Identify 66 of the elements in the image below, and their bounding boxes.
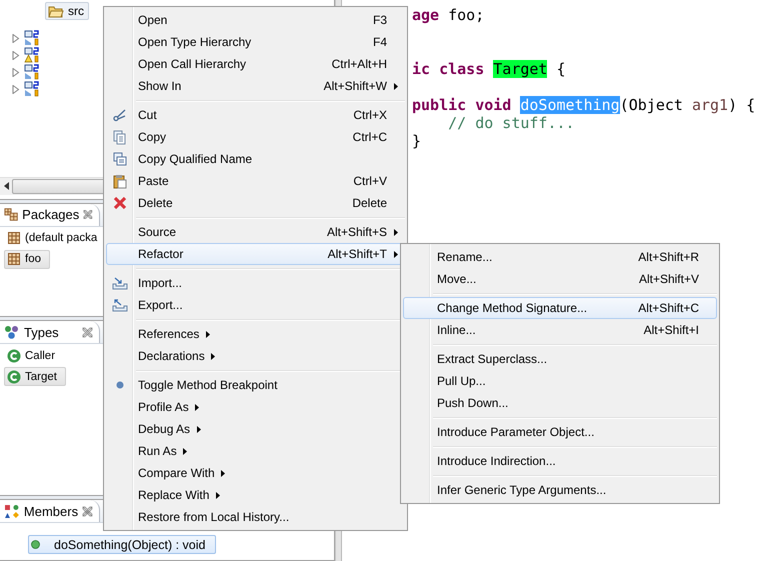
collapsed-arrow-icon[interactable] — [12, 34, 20, 42]
class-icon — [7, 370, 21, 384]
package-item[interactable]: (default packa — [4, 228, 106, 248]
code-text: ) { — [728, 96, 756, 114]
breakpoint-icon — [116, 381, 124, 389]
submenu-arrow-icon — [221, 470, 226, 476]
menu-item[interactable]: Pull Up... — [403, 370, 717, 392]
class-icon — [7, 348, 21, 363]
import-icon — [112, 276, 128, 290]
view-tab[interactable]: Types — [0, 321, 100, 344]
submenu-arrow-icon — [206, 330, 210, 338]
submenu-arrow-icon — [394, 250, 398, 258]
member-item[interactable]: doSomething(Object) : void — [28, 535, 216, 554]
close-icon[interactable] — [83, 209, 93, 220]
collapsed-arrow-icon[interactable] — [12, 84, 20, 94]
submenu-arrow-icon — [216, 492, 220, 498]
members-view-icon — [4, 504, 20, 519]
code-text: { — [555, 60, 566, 78]
tree-item[interactable]: src — [45, 2, 89, 20]
scissors-icon — [113, 108, 127, 122]
close-icon[interactable] — [82, 326, 93, 338]
menu-item[interactable]: Introduce Parameter Object... — [403, 421, 717, 443]
code-text: doSomething — [520, 96, 620, 114]
package-item[interactable]: foo — [4, 250, 50, 269]
code-text: (Object — [620, 96, 684, 114]
close-icon[interactable] — [82, 506, 93, 517]
type-item[interactable]: Target — [4, 367, 66, 386]
submenu-arrow-icon — [394, 228, 398, 236]
copy-icon — [113, 130, 127, 144]
code-text: arg1 — [692, 96, 728, 114]
delete-icon — [113, 196, 127, 210]
code-keyword: public void — [412, 96, 512, 114]
menu-item[interactable]: Infer Generic Type Arguments... — [403, 479, 717, 501]
code-text: foo; — [447, 6, 484, 24]
menu-item[interactable]: Push Down... — [403, 392, 717, 414]
menu-item[interactable]: Introduce Indirection... — [403, 450, 717, 472]
collapsed-arrow-icon[interactable] — [12, 68, 20, 76]
code-keyword: ic class — [412, 60, 486, 78]
menu-item[interactable]: Change Method Signature... Alt+Shift+C — [403, 297, 717, 319]
submenu-arrow-icon — [195, 404, 200, 410]
folder-icon — [48, 4, 64, 18]
submenu-arrow-icon — [211, 352, 216, 360]
view-tab[interactable]: Packages — [0, 204, 100, 226]
method-icon — [31, 540, 40, 550]
clipboard-icon — [113, 174, 127, 188]
submenu-arrow-icon — [394, 82, 398, 90]
code-text: Target — [493, 60, 548, 78]
code-keyword: age — [412, 6, 440, 24]
copy-name-icon — [113, 152, 127, 166]
package-icon — [7, 231, 21, 246]
menu-item[interactable]: Extract Superclass... — [403, 348, 717, 370]
types-view-icon — [4, 324, 20, 340]
collapsed-arrow-icon[interactable] — [12, 50, 20, 60]
menu-item[interactable]: Rename... Alt+Shift+R — [403, 246, 717, 268]
menu-item[interactable]: Move... Alt+Shift+V — [403, 268, 717, 290]
packages-view-icon — [4, 207, 18, 222]
export-icon — [112, 298, 128, 312]
code-text: } — [412, 132, 422, 150]
menu-item[interactable]: Inline... Alt+Shift+I — [403, 319, 717, 341]
package-icon — [7, 252, 21, 266]
submenu-arrow-icon — [183, 448, 188, 454]
view-tab[interactable]: Members — [0, 500, 100, 522]
scroll-left-icon[interactable] — [4, 182, 9, 190]
submenu-arrow-icon — [196, 426, 201, 432]
code-comment: // do stuff... — [447, 114, 575, 132]
type-item[interactable]: Caller — [4, 346, 64, 366]
